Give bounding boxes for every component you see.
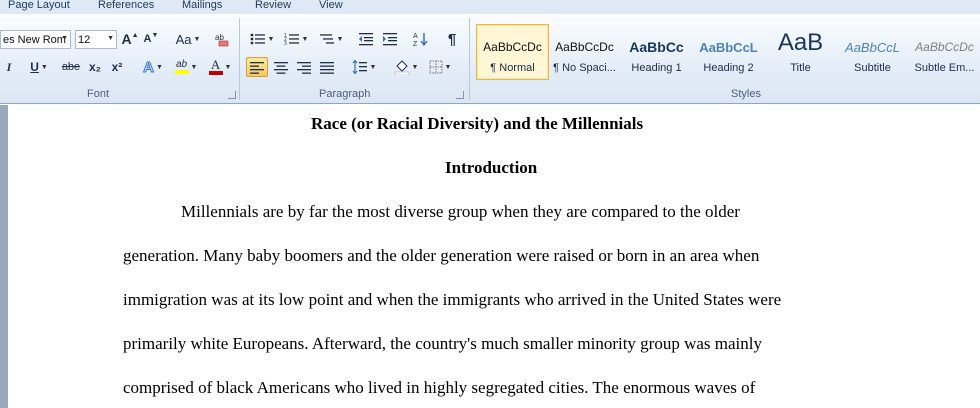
change-case-icon: Aa [175,31,192,47]
highlight-color-button[interactable]: ab ▼ [170,57,202,77]
style-sample: AaB [777,31,824,55]
style-sample: AaBbCcL [699,39,758,55]
italic-button[interactable]: I [2,57,16,77]
decrease-indent-button[interactable] [356,29,376,49]
numbering-icon: 1 2 3 [284,33,299,46]
style-name: Heading 2 [703,62,754,74]
chevron-down-icon: ▼ [107,35,114,42]
line-spacing-button[interactable]: ▼ [350,57,378,77]
style-normal[interactable]: AaBbCcDc ¶ Normal [476,24,549,80]
tab-view[interactable]: View [319,0,343,11]
justify-icon [320,61,334,74]
sort-button[interactable]: A Z [410,29,432,49]
tab-page-layout[interactable]: Page Layout [8,0,70,11]
tab-mailings[interactable]: Mailings [182,0,222,11]
tab-references[interactable]: References [98,0,154,11]
justify-button[interactable] [317,57,337,77]
line-spacing-icon [352,60,367,74]
font-name-combo[interactable]: es New Rom ▼ [0,30,71,49]
bullets-icon [250,33,265,45]
style-name: Heading 1 [631,62,682,74]
shrink-font-button[interactable]: A ▼ [142,29,160,49]
sort-icon: A Z [413,33,428,47]
clear-formatting-icon: ab [215,33,229,47]
font-dialog-launcher[interactable] [228,91,236,99]
grow-font-icon: A [121,31,132,47]
numbering-button[interactable]: 1 2 3 ▼ [281,29,311,49]
style-sample: AaBbCc [629,39,684,55]
svg-text:ab: ab [215,33,224,42]
ribbon-tab-bar: Page Layout References Mailings Review V… [0,0,980,14]
style-subtitle[interactable]: AaBbCcL Subtitle [836,24,909,80]
shading-button[interactable]: ▼ [392,57,420,77]
paragraph-dialog-launcher[interactable] [456,91,464,99]
font-size-value: 12 [78,33,91,46]
svg-text:A: A [413,33,418,40]
svg-text:3: 3 [284,41,287,46]
style-sample: AaBbCcDc [915,40,974,54]
increase-indent-button[interactable] [380,29,400,49]
style-title[interactable]: AaB Title [764,24,837,80]
font-group-label: Font [87,88,110,100]
ribbon: es New Rom ▼ 12 ▼ A ▲ A ▼ Aa ▼ ab I U ▼ abe … [0,14,980,104]
style-heading-2[interactable]: AaBbCcL Heading 2 [692,24,765,80]
strikethrough-button[interactable]: abe [60,57,82,77]
clear-formatting-button[interactable]: ab [212,29,232,49]
document-title[interactable]: Race (or Racial Diversity) and the Mille… [311,114,643,134]
subscript-button[interactable]: x₂ [86,57,104,77]
increase-indent-icon [383,33,397,46]
style-subtle-emphasis[interactable]: AaBbCcDc Subtle Em... [908,24,980,80]
align-left-button[interactable] [246,57,268,77]
align-right-icon [297,61,311,74]
paragraph-line[interactable]: comprised of black Americans who lived i… [123,378,755,398]
align-left-icon [250,61,264,74]
borders-icon [429,60,443,74]
paint-bucket-icon [394,59,409,75]
paragraph-line[interactable]: immigration was at its low point and whe… [123,290,781,310]
text-effects-button[interactable]: A ▼ [140,57,166,77]
multilevel-list-icon [319,34,334,44]
grow-font-button[interactable]: A ▲ [120,29,140,49]
style-name: Subtitle [854,62,891,74]
chevron-down-icon: ▼ [61,35,68,42]
paragraph-line[interactable]: generation. Many baby boomers and the ol… [123,246,759,266]
styles-group-label: Styles [731,88,761,100]
text-effects-icon: A [143,58,155,76]
font-size-combo[interactable]: 12 ▼ [75,30,117,49]
style-name: ¶ No Spaci... [553,62,616,74]
borders-button[interactable]: ▼ [426,57,454,77]
font-color-button[interactable]: A ▼ [206,57,234,77]
underline-button[interactable]: U ▼ [26,57,52,77]
style-heading-1[interactable]: AaBbCc Heading 1 [620,24,693,80]
bullets-button[interactable]: ▼ [248,29,276,49]
change-case-button[interactable]: Aa ▼ [175,29,201,49]
font-color-icon: A [208,58,223,75]
superscript-button[interactable]: x² [108,57,126,77]
style-sample: AaBbCcDc [483,40,542,54]
highlighter-icon: ab [174,60,189,74]
multilevel-list-button[interactable]: ▼ [316,29,346,49]
style-name: ¶ Normal [490,62,535,74]
left-window-edge [0,105,8,408]
section-heading[interactable]: Introduction [445,158,537,178]
font-name-value: es New Rom [3,33,66,46]
style-sample: AaBbCcL [845,39,900,55]
paragraph-group-label: Paragraph [319,88,371,100]
svg-text:Z: Z [413,41,418,47]
decrease-indent-icon [359,33,373,46]
align-right-button[interactable] [294,57,314,77]
tab-review[interactable]: Review [255,0,291,11]
style-name: Subtle Em... [914,62,975,74]
style-sample: AaBbCcDc [555,40,614,54]
style-name: Title [790,62,811,74]
show-hide-formatting-button[interactable]: ¶ [442,29,462,49]
align-center-icon [274,61,288,74]
paragraph-line[interactable]: Millennials are by far the most diverse … [181,202,740,222]
paragraph-line[interactable]: primarily white Europeans. Afterward, th… [123,334,762,354]
shrink-font-icon: A [143,33,152,45]
style-no-spacing[interactable]: AaBbCcDc ¶ No Spaci... [548,24,621,80]
underline-icon: U [30,60,39,74]
align-center-button[interactable] [271,57,291,77]
